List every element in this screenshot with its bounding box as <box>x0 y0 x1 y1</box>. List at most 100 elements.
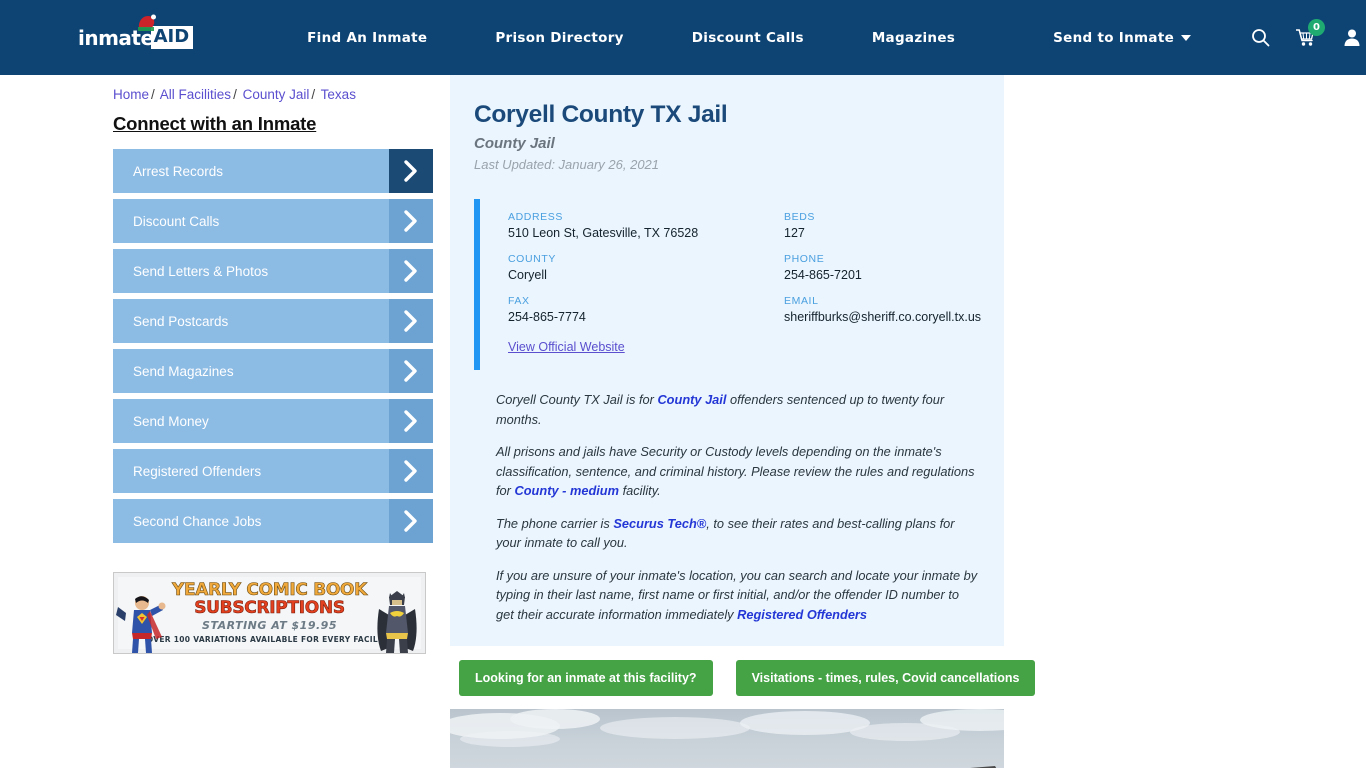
sidebar-item-label: Arrest Records <box>133 163 224 179</box>
site-header: inmate AID Find An Inmate Prison Directo… <box>0 0 1366 75</box>
search-icon[interactable] <box>1251 28 1270 47</box>
chevron-right-icon <box>389 349 433 393</box>
nav-item-magazines[interactable]: Magazines <box>838 30 989 46</box>
main-content: Coryell County TX Jail County Jail Last … <box>450 75 1036 768</box>
desc-link-securus-tech[interactable]: Securus Tech® <box>613 516 706 531</box>
send-to-inmate-label: Send to Inmate <box>1053 29 1175 46</box>
header-icon-group: 0 <box>1251 19 1361 47</box>
ad-line-2: SUBSCRIPTIONS <box>194 598 345 618</box>
user-account-icon[interactable] <box>1343 28 1361 47</box>
facility-type: County Jail <box>474 135 555 152</box>
breadcrumb-item-texas[interactable]: Texas <box>321 87 356 102</box>
chevron-down-icon <box>1181 34 1192 41</box>
cart-icon[interactable]: 0 <box>1296 19 1326 47</box>
breadcrumb: Home / All Facilities / County Jail / Texas <box>113 87 356 102</box>
detail-label: PHONE <box>784 253 825 265</box>
chevron-right-icon <box>389 249 433 293</box>
sidebar: Connect with an Inmate Arrest Records Di… <box>113 75 450 768</box>
sidebar-item-label: Send Magazines <box>133 363 234 379</box>
detail-label: EMAIL <box>784 295 819 307</box>
detail-value: 254-865-7201 <box>784 268 862 282</box>
detail-value: 510 Leon St, Gatesville, TX 76528 <box>508 226 699 240</box>
desc-text: Coryell County TX Jail is for <box>496 392 658 407</box>
detail-value: sheriffburks@sheriff.co.coryell.tx.us <box>784 310 982 324</box>
sidebar-item-label: Second Chance Jobs <box>133 513 262 529</box>
cloud-shape <box>600 717 750 739</box>
detail-value: Coryell <box>508 268 547 282</box>
detail-email: EMAIL sheriffburks@sheriff.co.coryell.tx… <box>784 295 981 324</box>
breadcrumb-item-home[interactable]: Home <box>113 87 149 102</box>
detail-county: COUNTY Coryell <box>508 253 784 282</box>
sidebar-title: Connect with an Inmate <box>113 113 317 134</box>
ad-line-4: OVER 100 VARIATIONS AVAILABLE FOR EVERY … <box>146 635 393 644</box>
breadcrumb-sep: / <box>233 87 237 102</box>
ad-content: YEARLY COMIC BOOK SUBSCRIPTIONS STARTING… <box>118 577 421 649</box>
sidebar-item-label: Send Money <box>133 413 209 429</box>
desc-text: The phone carrier is <box>496 515 614 531</box>
sidebar-item-send-money[interactable]: Send Money <box>113 399 433 443</box>
detail-fax: FAX 254-865-7774 <box>508 295 784 324</box>
sidebar-item-label: Send Letters & Photos <box>133 263 269 279</box>
description-paragraph-2: All prisons and jails have Security or C… <box>496 442 980 501</box>
last-updated: Last Updated: January 26, 2021 <box>474 157 660 172</box>
logo-aid: AID <box>150 26 194 49</box>
chevron-right-icon <box>389 449 433 493</box>
site-logo[interactable]: inmate AID <box>78 14 194 53</box>
facility-card: Coryell County TX Jail County Jail Last … <box>450 75 1004 646</box>
cart-count-badge: 0 <box>1308 19 1326 36</box>
page-title: Coryell County TX Jail <box>474 101 728 128</box>
description-paragraph-1: Coryell County TX Jail is for County Jai… <box>496 390 980 429</box>
sidebar-item-send-letters-photos[interactable]: Send Letters & Photos <box>113 249 433 293</box>
detail-label: FAX <box>508 295 530 307</box>
visitations-button[interactable]: Visitations - times, rules, Covid cancel… <box>735 660 1036 696</box>
inmate-search-button[interactable]: Looking for an inmate at this facility? <box>459 660 713 696</box>
chevron-right-icon <box>389 199 433 243</box>
sidebar-item-registered-offenders[interactable]: Registered Offenders <box>113 449 433 493</box>
sidebar-item-discount-calls[interactable]: Discount Calls <box>113 199 433 243</box>
sidebar-item-label: Registered Offenders <box>133 463 262 479</box>
detail-label: BEDS <box>784 211 815 223</box>
breadcrumb-sep: / <box>311 87 316 102</box>
detail-beds: BEDS 127 <box>784 211 981 240</box>
sidebar-item-send-magazines[interactable]: Send Magazines <box>113 349 433 393</box>
detail-label: COUNTY <box>508 253 556 265</box>
breadcrumb-item-all-facilities[interactable]: All Facilities <box>160 87 231 102</box>
desc-link-county-medium[interactable]: County - medium <box>515 483 620 498</box>
nav-item-prison-directory[interactable]: Prison Directory <box>461 30 657 46</box>
cloud-shape <box>510 709 600 729</box>
sidebar-item-label: Discount Calls <box>133 213 220 229</box>
page-body: Home / All Facilities / County Jail / Texas… <box>0 75 1366 768</box>
chevron-right-icon <box>389 399 433 443</box>
nav-item-send-to-inmate[interactable]: Send to Inmate <box>1019 30 1225 46</box>
ad-line-1: YEARLY COMIC BOOK <box>171 580 368 600</box>
facility-photo <box>450 709 1004 768</box>
desc-link-county-jail[interactable]: County Jail <box>657 392 726 407</box>
official-website-link[interactable]: View Official Website <box>508 340 981 354</box>
ad-line-3: STARTING AT $19.95 <box>202 619 337 632</box>
chevron-right-icon <box>389 299 433 343</box>
sidebar-item-arrest-records[interactable]: Arrest Records <box>113 149 433 193</box>
logo-word: inmate <box>78 25 154 50</box>
desc-link-registered-offenders[interactable]: Registered Offenders <box>737 607 867 622</box>
detail-value: 254-865-7774 <box>508 310 586 324</box>
sidebar-item-second-chance-jobs[interactable]: Second Chance Jobs <box>113 499 433 543</box>
nav-item-find-an-inmate[interactable]: Find An Inmate <box>273 30 461 46</box>
detail-phone: PHONE 254-865-7201 <box>784 253 981 282</box>
desc-text: facility. <box>619 483 661 498</box>
description-paragraph-3: The phone carrier is Securus Tech®, to s… <box>496 514 980 553</box>
facility-details: ADDRESS 510 Leon St, Gatesville, TX 7652… <box>474 199 981 370</box>
cloud-shape <box>460 731 560 747</box>
action-button-row: Looking for an inmate at this facility? … <box>450 646 1036 709</box>
main-nav: Find An Inmate Prison Directory Discount… <box>273 30 1225 46</box>
comic-book-ad-banner[interactable]: YEARLY COMIC BOOK SUBSCRIPTIONS STARTING… <box>113 572 426 654</box>
breadcrumb-sep: / <box>151 87 155 102</box>
detail-address: ADDRESS 510 Leon St, Gatesville, TX 7652… <box>508 211 784 240</box>
sidebar-item-send-postcards[interactable]: Send Postcards <box>113 299 433 343</box>
detail-label: ADDRESS <box>508 211 563 223</box>
detail-value: 127 <box>784 226 805 240</box>
breadcrumb-item-county-jail[interactable]: County Jail <box>243 87 310 102</box>
chevron-right-icon <box>389 499 433 543</box>
nav-item-discount-calls[interactable]: Discount Calls <box>658 30 838 46</box>
sidebar-item-label: Send Postcards <box>133 313 229 329</box>
chevron-right-icon <box>389 149 433 193</box>
